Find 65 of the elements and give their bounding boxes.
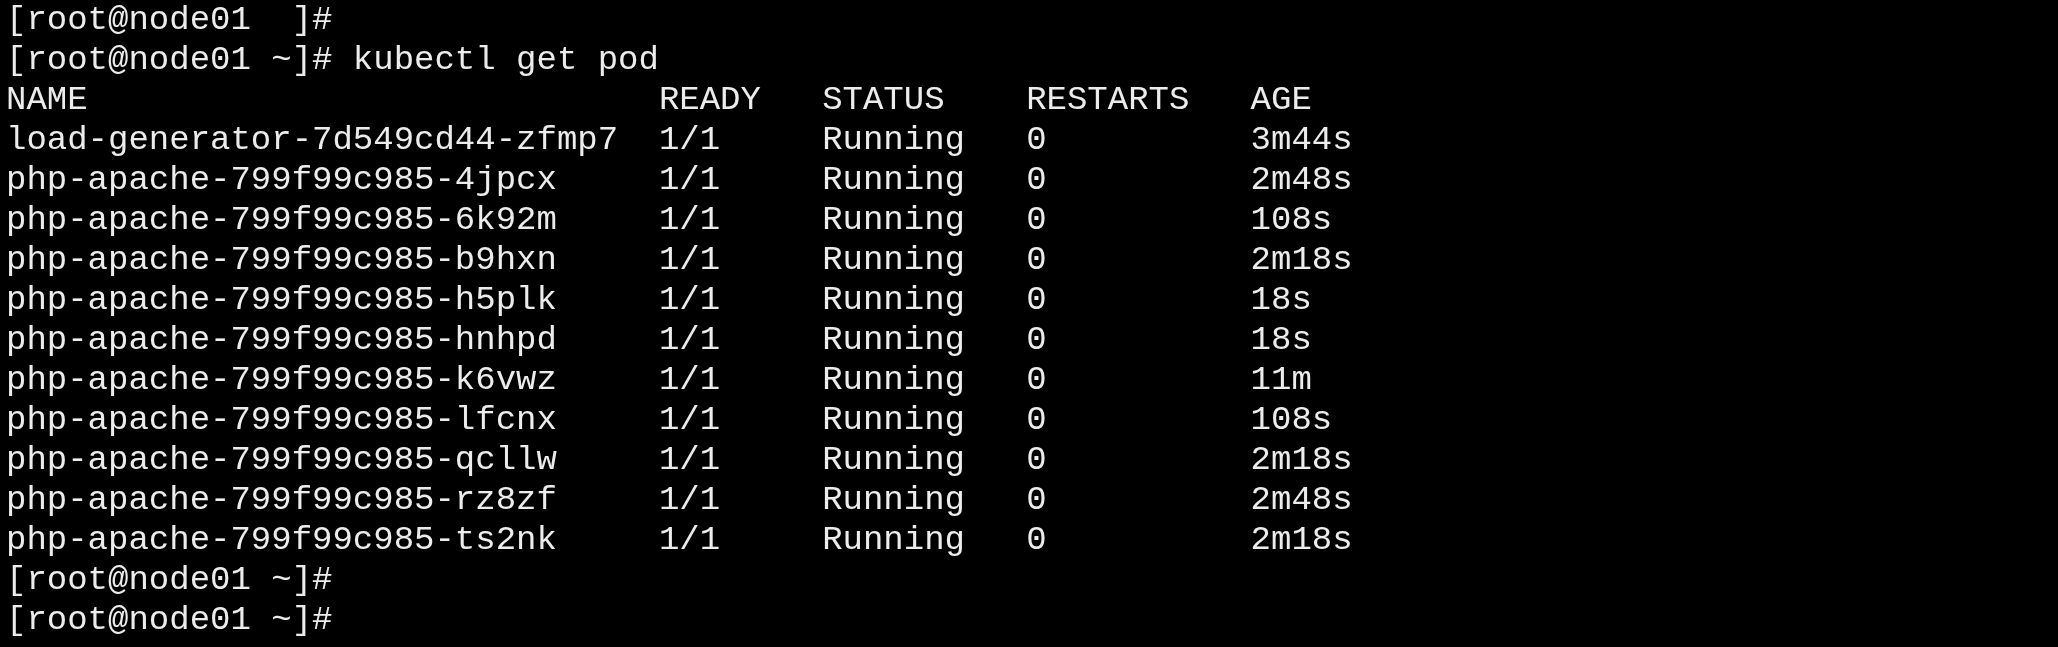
table-cell-text: Running: [822, 440, 966, 480]
column-header: AGE: [1250, 80, 1313, 120]
table-cell-text: php-apache-799f99c985-rz8zf: [6, 480, 558, 520]
table-cell-text: 2m18s: [1250, 520, 1354, 560]
table-cell-text: 1/1: [658, 160, 722, 200]
table-cell-text: Running: [822, 360, 966, 400]
table-cell-text: 0: [1026, 280, 1048, 320]
table-cell-text: load-generator-7d549cd44-zfmp7: [6, 120, 620, 160]
table-cell-text: 1/1: [658, 240, 722, 280]
table-cell-text: 108s: [1250, 400, 1334, 440]
shell-prompt: [root@node01 ~]#: [6, 40, 333, 80]
table-cell-text: 108s: [1250, 200, 1334, 240]
table-cell-text: Running: [822, 520, 966, 560]
table-cell-text: 1/1: [658, 320, 722, 360]
table-cell-text: 1/1: [658, 440, 722, 480]
table-cell-text: 18s: [1250, 320, 1313, 360]
shell-prompt: [root@node01 ]#: [6, 0, 333, 40]
table-cell-text: 0: [1026, 400, 1048, 440]
table-cell-text: 1/1: [658, 280, 722, 320]
table-cell-text: 0: [1026, 120, 1048, 160]
table-cell-text: 1/1: [658, 400, 722, 440]
table-cell-text: Running: [822, 480, 966, 520]
table-cell-text: 0: [1026, 440, 1048, 480]
column-header: NAME: [6, 80, 89, 120]
column-header: READY: [658, 80, 762, 120]
table-cell-text: php-apache-799f99c985-h5plk: [6, 280, 558, 320]
shell-prompt: [root@node01 ~]#: [6, 600, 333, 640]
table-cell-text: 0: [1026, 160, 1048, 200]
table-cell-text: 2m18s: [1250, 440, 1354, 480]
table-cell-text: php-apache-799f99c985-lfcnx: [6, 400, 558, 440]
table-cell-text: Running: [822, 120, 966, 160]
table-cell-text: 0: [1026, 320, 1048, 360]
column-header: RESTARTS: [1026, 80, 1191, 120]
table-cell-text: php-apache-799f99c985-4jpcx: [6, 160, 558, 200]
table-cell-text: php-apache-799f99c985-qcllw: [6, 440, 558, 480]
command-text: kubectl get pod: [352, 40, 659, 80]
table-cell-text: 1/1: [658, 360, 722, 400]
table-cell-text: 3m44s: [1250, 120, 1354, 160]
table-cell-text: Running: [822, 400, 966, 440]
table-cell-text: 2m48s: [1250, 160, 1354, 200]
table-cell-text: php-apache-799f99c985-k6vwz: [6, 360, 558, 400]
table-cell-text: Running: [822, 200, 966, 240]
table-cell-text: Running: [822, 280, 966, 320]
table-cell-text: 0: [1026, 480, 1048, 520]
table-cell-text: 18s: [1250, 280, 1313, 320]
table-cell-text: php-apache-799f99c985-6k92m: [6, 200, 558, 240]
table-cell-text: php-apache-799f99c985-ts2nk: [6, 520, 558, 560]
table-cell-text: 1/1: [658, 480, 722, 520]
table-cell-text: Running: [822, 320, 966, 360]
table-cell-text: php-apache-799f99c985-hnhpd: [6, 320, 558, 360]
table-cell-text: 2m48s: [1250, 480, 1354, 520]
table-cell-text: 0: [1026, 200, 1048, 240]
table-cell-text: 0: [1026, 360, 1048, 400]
table-cell-text: 0: [1026, 240, 1048, 280]
table-cell-text: Running: [822, 240, 966, 280]
table-cell-text: 1/1: [658, 200, 722, 240]
table-cell-text: 11m: [1250, 360, 1313, 400]
shell-prompt: [root@node01 ~]#: [6, 560, 333, 600]
table-cell-text: 1/1: [658, 520, 722, 560]
table-cell-text: Running: [822, 160, 966, 200]
column-header: STATUS: [822, 80, 946, 120]
table-cell-text: 0: [1026, 520, 1048, 560]
table-cell-text: 1/1: [658, 120, 722, 160]
table-cell-text: 2m18s: [1250, 240, 1354, 280]
table-cell-text: php-apache-799f99c985-b9hxn: [6, 240, 558, 280]
